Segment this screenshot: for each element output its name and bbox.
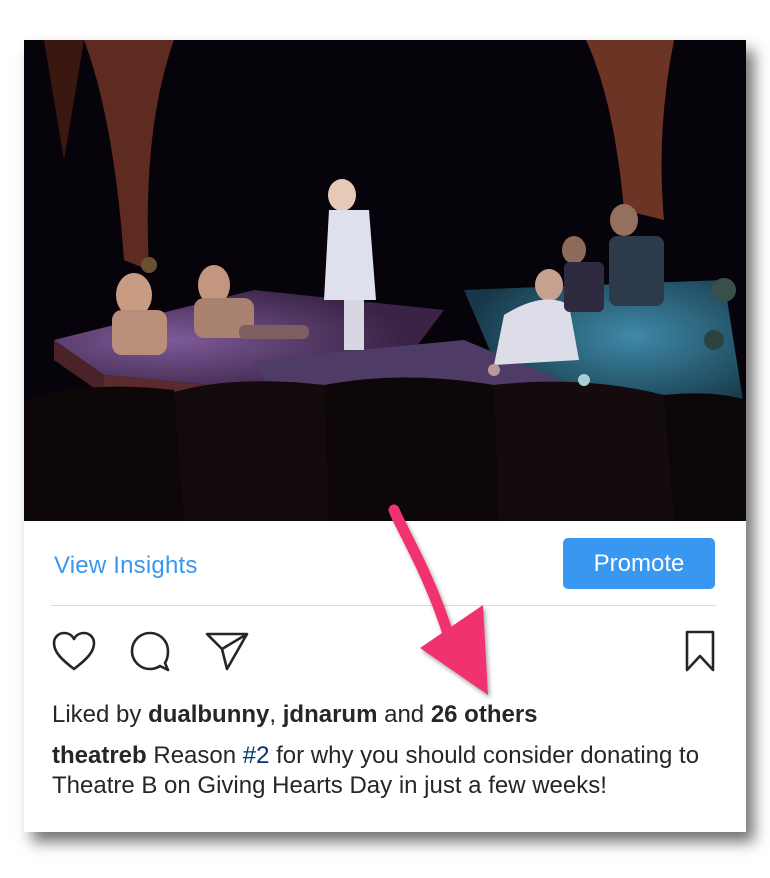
post-photo[interactable] [24,40,746,521]
post-caption: theatreb Reason #2 for why you should co… [52,741,722,801]
caption-hashtag[interactable]: #2 [243,742,270,769]
comment-bubble-icon[interactable] [128,629,172,678]
promote-button[interactable]: Promote [563,538,715,589]
bookmark-icon[interactable] [684,629,716,678]
caption-username[interactable]: theatreb [52,742,147,769]
instagram-post-card: View Insights Promote Liked by dualbunny… [24,40,746,832]
paper-plane-icon[interactable] [204,630,250,677]
heart-icon[interactable] [51,630,97,677]
liker-username[interactable]: jdnarum [283,701,378,728]
insights-bar: View Insights Promote [24,521,746,607]
likes-separator: , [269,701,283,728]
view-insights-link[interactable]: View Insights [54,552,198,580]
likes-prefix: Liked by [52,701,149,728]
likes-others-link[interactable]: 26 others [431,701,538,728]
likes-summary: Liked by dualbunny, jdnarum and 26 other… [52,701,538,729]
caption-text: Reason [146,742,243,769]
divider [51,605,716,606]
likes-and: and [377,701,431,728]
action-bar [24,620,746,680]
liker-username[interactable]: dualbunny [148,701,269,728]
theatre-stage-image [24,40,746,521]
